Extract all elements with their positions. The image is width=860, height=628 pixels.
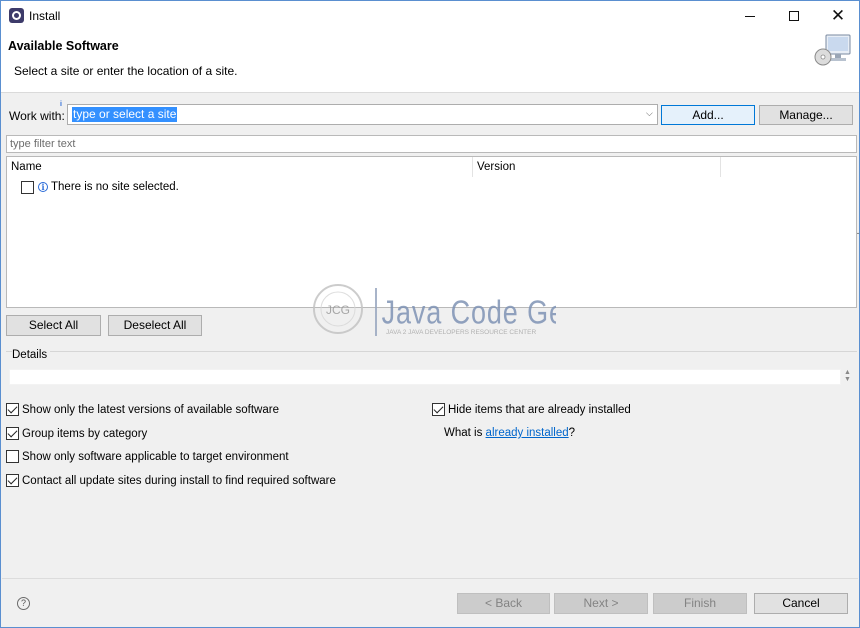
page-title: Available Software xyxy=(8,39,119,53)
work-with-label: Work with: xyxy=(9,109,65,123)
details-group: Details ▲ ▼ xyxy=(6,349,857,387)
target-environment-label: Show only software applicable to target … xyxy=(22,450,289,463)
details-text xyxy=(9,369,841,385)
close-button[interactable]: ✕ xyxy=(816,1,859,30)
group-by-category-label: Group items by category xyxy=(22,427,148,440)
what-is-prefix: What is xyxy=(444,427,486,439)
minimize-icon xyxy=(745,16,755,17)
details-scroll-arrows[interactable]: ▲ ▼ xyxy=(844,369,852,383)
minimize-button[interactable] xyxy=(728,1,772,30)
select-all-button[interactable]: Select All xyxy=(6,315,101,336)
content-assist-icon: i xyxy=(60,101,62,108)
latest-versions-checkbox[interactable] xyxy=(6,403,19,416)
option-group-by-category[interactable]: Group items by category xyxy=(6,427,147,440)
column-header-name[interactable]: Name xyxy=(7,157,473,177)
row-checkbox[interactable] xyxy=(21,180,34,194)
what-is-installed-text: What is already installed? xyxy=(444,427,575,439)
row-label: There is no site selected. xyxy=(51,181,179,193)
watermark-brand: Java Code Geeks xyxy=(382,295,556,331)
next-button[interactable]: Next > xyxy=(554,593,648,614)
contact-all-sites-label: Contact all update sites during install … xyxy=(22,474,336,487)
deselect-all-button[interactable]: Deselect All xyxy=(108,315,202,336)
option-latest-versions[interactable]: Show only the latest versions of availab… xyxy=(6,403,279,416)
info-icon: i xyxy=(38,182,48,192)
hide-installed-label: Hide items that are already installed xyxy=(448,403,631,416)
details-title: Details xyxy=(12,349,51,361)
table-row[interactable]: i There is no site selected. xyxy=(21,179,179,195)
title-bar: Install ✕ xyxy=(1,1,859,30)
contact-all-sites-checkbox[interactable] xyxy=(6,474,19,487)
close-icon: ✕ xyxy=(830,5,846,25)
footer-separator xyxy=(2,578,858,579)
watermark-tagline: JAVA 2 JAVA DEVELOPERS RESOURCE CENTER xyxy=(386,329,536,336)
page-description: Select a site or enter the location of a… xyxy=(14,64,238,78)
target-environment-checkbox[interactable] xyxy=(6,450,19,463)
window-title: Install xyxy=(29,9,61,23)
latest-versions-label: Show only the latest versions of availab… xyxy=(22,403,279,416)
back-button[interactable]: < Back xyxy=(457,593,550,614)
option-hide-installed[interactable]: Hide items that are already installed xyxy=(432,403,631,416)
work-with-combo[interactable]: type or select a site ⌵ xyxy=(67,104,658,125)
help-icon[interactable]: ? xyxy=(17,597,30,610)
work-with-value[interactable]: type or select a site xyxy=(72,107,178,122)
install-dialog: Install ✕ Available Software Select a si… xyxy=(0,0,860,628)
column-header-version[interactable]: Version xyxy=(473,157,721,177)
java-code-geeks-watermark: JCG Java Code Geeks JAVA 2 JAVA DEVELOPE… xyxy=(313,284,556,336)
filter-input[interactable] xyxy=(7,136,856,152)
already-installed-link[interactable]: already installed xyxy=(486,427,569,439)
manage-button[interactable]: Manage... xyxy=(759,105,853,125)
maximize-icon xyxy=(789,10,799,21)
hide-installed-checkbox[interactable] xyxy=(432,403,445,416)
finish-button[interactable]: Finish xyxy=(653,593,747,614)
what-is-suffix: ? xyxy=(568,427,576,439)
option-contact-all-sites[interactable]: Contact all update sites during install … xyxy=(6,474,336,487)
wizard-header: Available Software Select a site or ente… xyxy=(1,30,859,93)
eclipse-app-icon xyxy=(9,8,24,23)
maximize-button[interactable] xyxy=(772,1,816,30)
watermark-logo-text: JCG xyxy=(326,303,350,317)
chevron-down-icon[interactable]: ⌵ xyxy=(646,109,654,118)
option-target-environment[interactable]: Show only software applicable to target … xyxy=(6,450,289,463)
group-by-category-checkbox[interactable] xyxy=(6,427,19,440)
cancel-button[interactable]: Cancel xyxy=(754,593,848,614)
add-button[interactable]: Add... xyxy=(661,105,755,125)
install-monitor-icon xyxy=(814,34,851,66)
filter-field[interactable] xyxy=(6,135,857,153)
